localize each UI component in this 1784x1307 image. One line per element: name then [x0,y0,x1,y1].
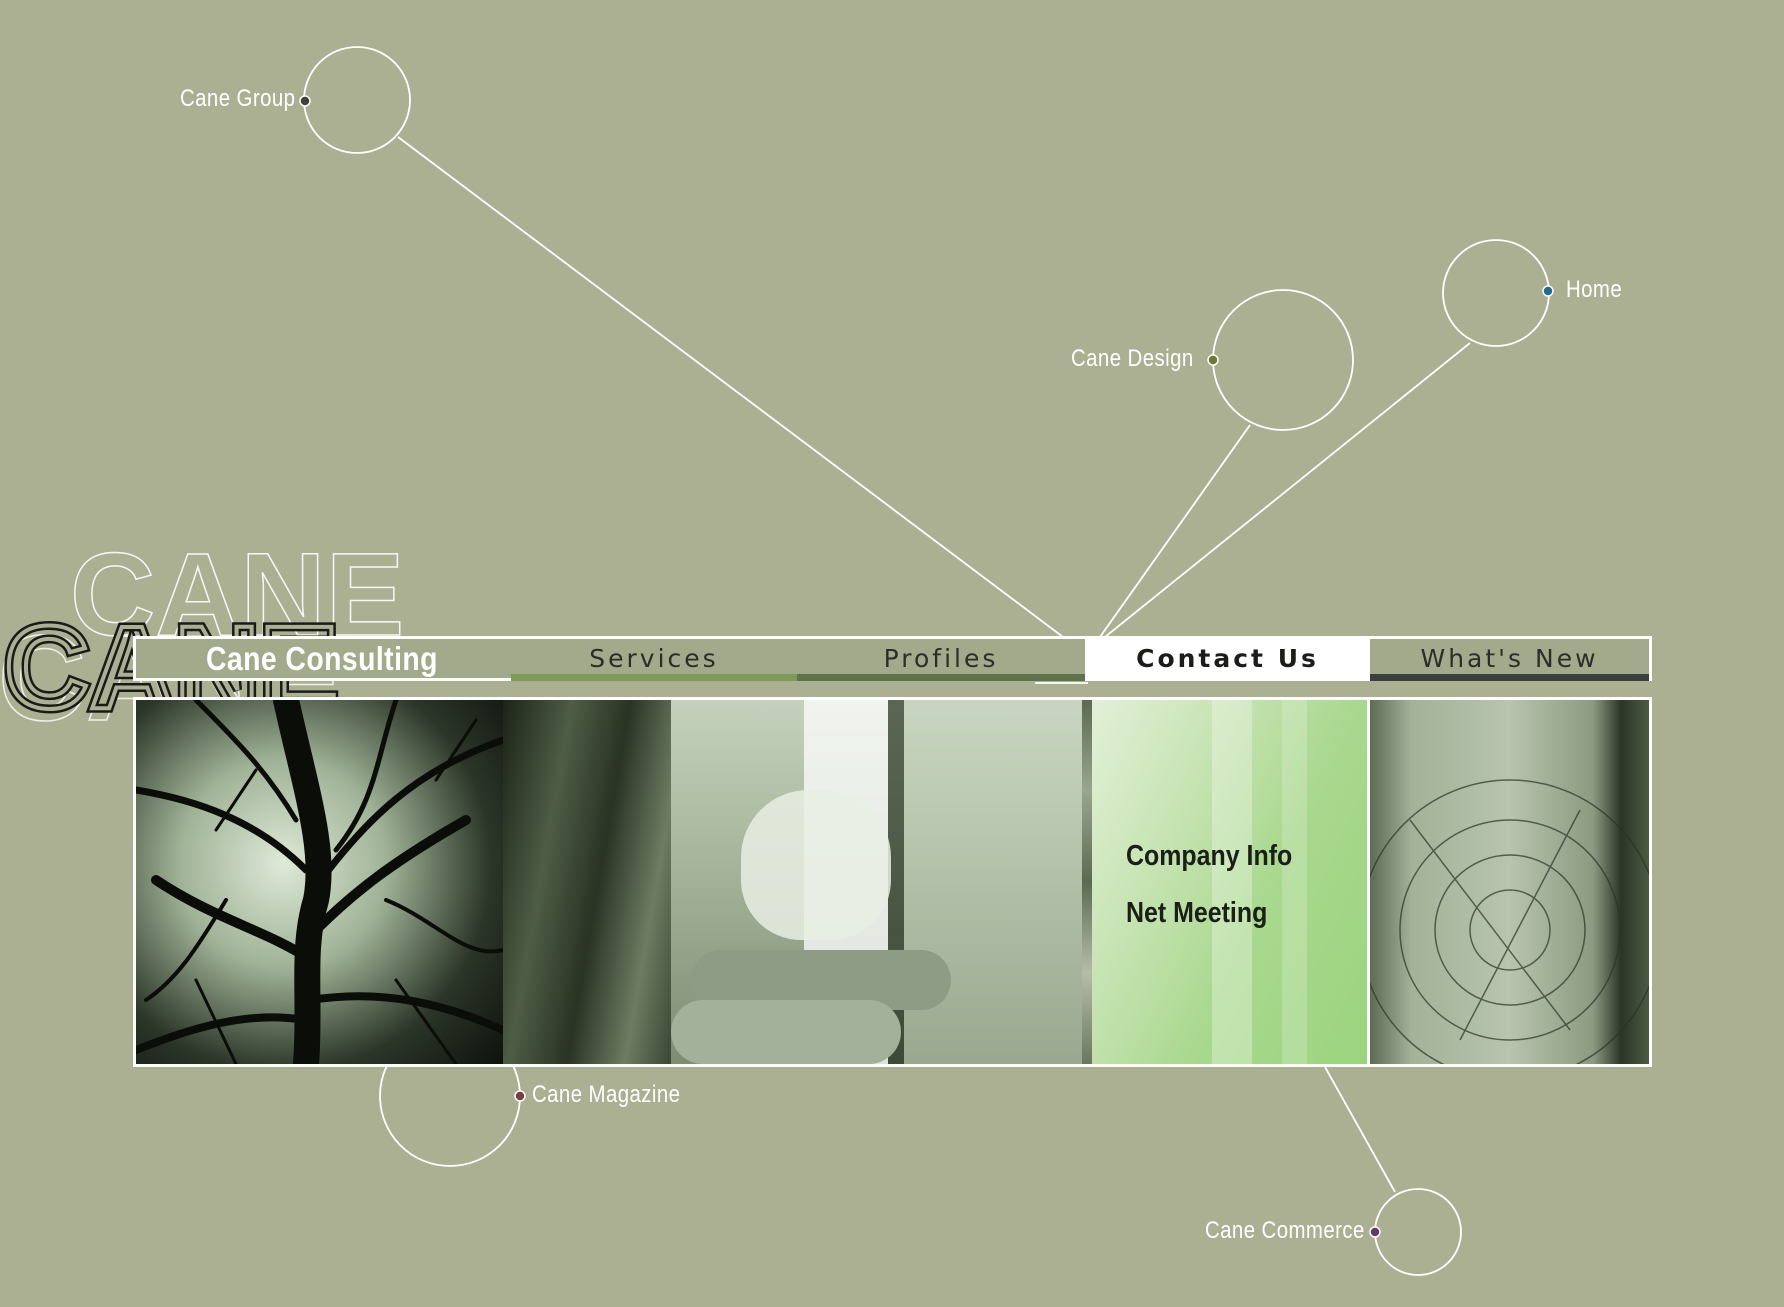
nav-services-underline [511,674,797,681]
contact-menu-panel: Company Info Net Meeting [1092,700,1367,1064]
link-dot-icon[interactable] [1207,354,1219,366]
link-dot-icon[interactable] [1542,285,1554,297]
rings-image [1370,779,1649,1064]
orbit-circle-icon [1212,289,1354,431]
connector-line-commerce [1324,1066,1396,1193]
link-dot-icon[interactable] [299,95,311,107]
orbit-circle-icon [303,46,411,154]
net-meeting-link[interactable]: Net Meeting [1126,897,1267,930]
nav-whats-new-underline [1370,674,1649,681]
nav-profiles[interactable]: Profiles [797,639,1085,681]
photo-strip: Company Info Net Meeting [133,697,1652,1067]
connector-line-design [1099,424,1251,638]
link-home[interactable]: Home [1566,276,1622,304]
main-nav: Cane Consulting Services Profiles Contac… [133,636,1652,681]
nav-profiles-underline [797,674,1085,681]
link-cane-magazine[interactable]: Cane Magazine [532,1081,680,1109]
brand-title[interactable]: Cane Consulting [136,639,511,678]
link-dot-icon[interactable] [514,1090,526,1102]
splash-page: CANE CANE CANE CANE Cane Group Home Cane… [0,0,1784,1307]
panel-divider [1082,700,1092,1064]
orbit-circle-icon [1374,1188,1462,1276]
link-dot-icon[interactable] [1369,1226,1381,1238]
tree-rings-photo [1370,700,1649,1064]
nav-services[interactable]: Services [511,639,797,681]
nav-contact-us[interactable]: Contact Us [1085,639,1370,678]
link-cane-design[interactable]: Cane Design [1071,345,1194,373]
connector-line-home [1104,342,1471,638]
tree-photo [136,700,503,1064]
link-cane-group[interactable]: Cane Group [180,85,295,113]
company-info-link[interactable]: Company Info [1126,840,1292,873]
link-cane-commerce[interactable]: Cane Commerce [1205,1217,1365,1245]
nav-whats-new[interactable]: What's New [1370,639,1649,681]
bark-texture-photo [503,700,671,1064]
hands-photo [671,700,1082,1064]
orbit-circle-icon [1442,239,1550,347]
tree-branches-image [136,700,503,1064]
